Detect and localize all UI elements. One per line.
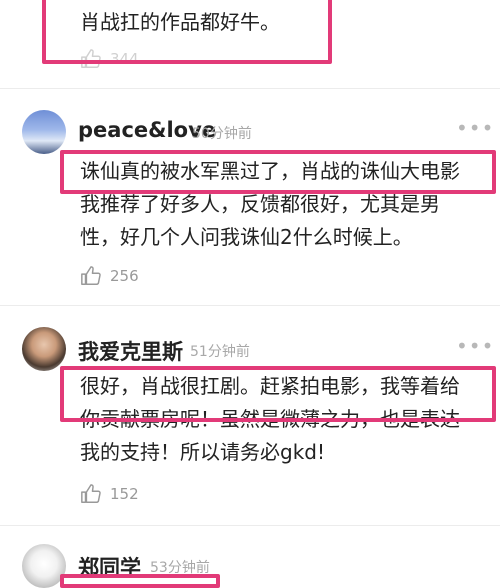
like-button[interactable]: 256: [80, 265, 139, 287]
username[interactable]: 我爱克里斯: [78, 336, 183, 366]
divider: [0, 88, 500, 89]
comment-text-line: 诛仙真的被水军黑过了，肖战的诛仙大电影: [80, 159, 460, 183]
like-count: 344: [110, 50, 139, 68]
avatar[interactable]: [22, 544, 66, 588]
thumbs-up-icon: [81, 484, 101, 503]
username[interactable]: 郑同学: [78, 552, 141, 582]
like-count: 256: [110, 267, 139, 285]
timestamp: 53分钟前: [150, 560, 210, 576]
like-button[interactable]: 344: [80, 48, 139, 70]
comment-text-line: 性，好几个人问我诛仙2什么时候上。: [80, 225, 413, 249]
like-button[interactable]: 152: [80, 483, 139, 505]
avatar[interactable]: [22, 327, 66, 371]
comment-text-line: 我推荐了好多人，反馈都很好，尤其是男: [80, 192, 440, 216]
thumbs-up-icon: [81, 49, 101, 68]
thumbs-up-icon: [81, 266, 101, 285]
more-dots-icon[interactable]: •••: [456, 334, 494, 358]
comment-text-line: 很好，肖战很扛剧。赶紧拍电影，我等着给: [80, 374, 460, 398]
avatar[interactable]: [22, 110, 66, 154]
divider: [0, 525, 500, 526]
comment-text-line: 肖战扛的作品都好牛。: [80, 10, 280, 34]
comment-text-line: 我的支持！所以请务必gkd!: [80, 440, 325, 464]
timestamp: 50分钟前: [192, 126, 252, 142]
like-count: 152: [110, 485, 139, 503]
timestamp: 51分钟前: [190, 344, 250, 360]
more-dots-icon[interactable]: •••: [456, 116, 494, 140]
divider: [0, 305, 500, 306]
comment-text-line: 你贡献票房呢！虽然是微薄之力，也是表达: [80, 407, 460, 431]
